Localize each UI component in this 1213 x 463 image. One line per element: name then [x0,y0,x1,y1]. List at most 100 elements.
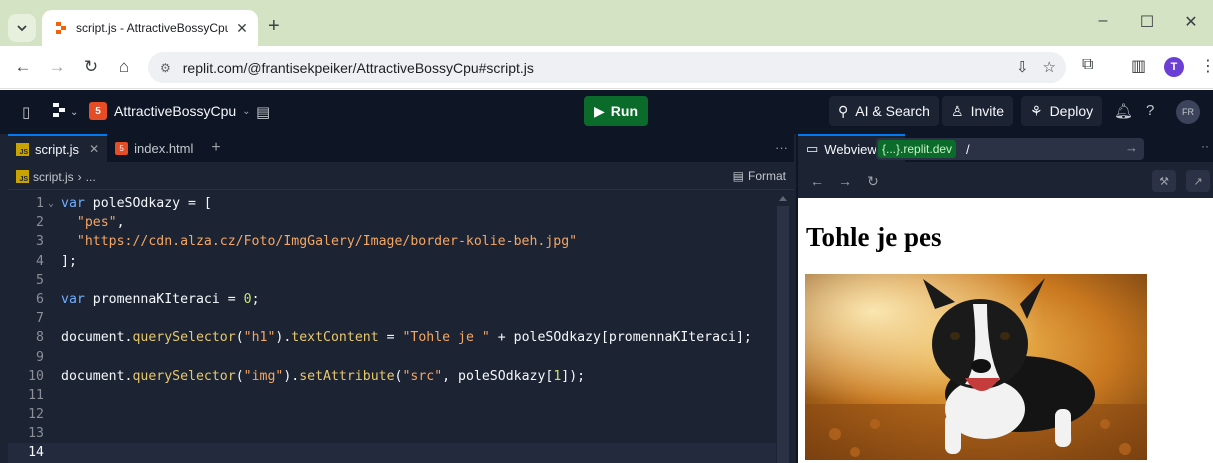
code-line: 11 [8,386,776,405]
close-tab-icon[interactable]: ✕ [234,20,250,37]
code-editor[interactable]: 1 ⌄ var poleSOdkazy = [ 2 "pes", 3 "http… [8,194,776,463]
browser-toolbar: ← → ↻ ⌂ ⚙ replit.com/@frantisekpeiker/At… [0,46,1213,89]
page-heading: Tohle je pes [806,222,942,252]
chevron-down-icon[interactable]: ⌄ [70,107,78,118]
editor-scrollbar[interactable] [776,194,790,463]
breadcrumb-rest[interactable]: ... [86,170,96,184]
tab-label: index.html [134,140,194,156]
toggle-sidebar-icon[interactable]: ▯ [22,103,30,121]
maximize-icon[interactable]: ☐ [1125,12,1169,32]
forward-icon[interactable]: → [46,57,68,77]
help-icon[interactable]: ? [1146,102,1154,119]
code-line: 13 [8,424,776,443]
ai-search-label: AI & Search [855,103,930,119]
code-keyword: var [61,196,85,211]
line-number: 13 [28,426,44,442]
more-options-icon[interactable]: ·· [1201,139,1209,153]
new-tab-button[interactable]: + [268,14,280,38]
reload-icon[interactable]: ↻ [80,57,102,77]
code-text: ). [275,330,292,346]
devtools-icon[interactable]: ⚒ [1152,170,1176,192]
go-arrow-icon[interactable]: → [1125,140,1138,155]
bookmark-star-icon[interactable]: ☆ [1043,58,1056,76]
home-icon[interactable]: ⌂ [113,57,135,77]
install-app-icon[interactable]: ⇩ [1016,58,1029,76]
line-number: 4 [36,253,44,269]
extensions-icon[interactable]: ⧉ [1082,56,1093,74]
code-function: querySelector [132,330,236,346]
code-line-current: 14 [8,443,776,463]
replit-logo-icon[interactable] [52,103,68,121]
monitor-icon: ▭ [806,141,819,156]
invite-label: Invite [970,103,1005,119]
code-text: document. [61,368,133,384]
close-window-icon[interactable]: ✕ [1169,12,1213,32]
code-function: setAttribute [299,368,395,384]
webview-nav-bar: ← → ↻ [798,166,1213,196]
browser-tab-active[interactable]: script.js - AttractiveBossyCpu - I ✕ [42,10,258,46]
code-string: "img" [243,368,284,384]
webview-url-bar[interactable]: {...}.replit.dev / → [876,138,1144,160]
code-string: "pes" [76,215,117,231]
profile-avatar[interactable]: T [1164,57,1184,77]
deploy-button[interactable]: ⚘ Deploy [1021,96,1103,126]
notifications-bell-icon[interactable]: 🔔︎ [1114,102,1133,120]
add-tab-icon[interactable]: + [211,139,220,157]
replit-favicon-icon [56,22,66,34]
breadcrumb-file[interactable]: script.js [33,170,74,184]
open-new-tab-icon[interactable]: ↗ [1186,170,1210,192]
code-text: + poleSOdkazy[promennaKIteraci]; [489,330,752,346]
run-label: Run [610,103,638,119]
code-function: textContent [291,330,379,346]
back-icon[interactable]: ← [12,57,34,77]
repl-name-selector[interactable]: 5 AttractiveBossyCpu ⌄ [89,102,251,120]
code-string: "Tohle je " [402,330,490,346]
chevron-right-icon: › [77,169,82,184]
code-line: 8 document.querySelector("h1").textConte… [8,328,776,347]
invite-button[interactable]: ♙ Invite [942,96,1014,126]
code-string: "src" [402,368,443,384]
browser-tab-title: script.js - AttractiveBossyCpu - I [76,21,228,35]
format-button[interactable]: ▤ Format [733,169,786,183]
code-function: querySelector [132,368,236,384]
code-text: ( [235,368,244,384]
code-text: ( [235,330,244,346]
tab-search-button[interactable] [8,14,36,42]
format-label: Format [747,169,786,183]
url-path: /@frantisekpeiker/AttractiveBossyCpu#scr… [243,59,534,76]
menu-dots-icon[interactable]: ⋮ [1200,56,1213,76]
code-line: 5 [8,271,776,290]
code-text: ; [251,291,260,307]
play-icon: ▶ [594,102,605,119]
line-number: 3 [36,234,44,250]
side-panel-icon[interactable]: ▥ [1131,56,1146,76]
user-avatar[interactable]: FR [1176,100,1200,124]
reload-icon[interactable]: ↻ [864,173,882,190]
code-line: 2 "pes", [8,213,776,232]
forward-icon[interactable]: → [836,173,854,189]
window-controls: – ☐ ✕ [1081,12,1213,32]
code-text: = [378,330,403,346]
tab-label: Webview [824,141,877,157]
ai-search-button[interactable]: ⚲ AI & Search [829,96,939,126]
code-text: promennaKIteraci = [84,291,244,307]
fold-chevron-icon[interactable]: ⌄ [44,194,58,213]
chevron-down-icon [17,25,27,32]
repl-info-icon[interactable]: ▤ [256,103,270,121]
close-tab-icon[interactable]: ✕ [89,142,99,156]
site-settings-icon[interactable]: ⚙ [160,61,171,75]
add-user-icon: ♙ [951,102,964,119]
tab-index-html[interactable]: 5 index.html [107,134,201,162]
dev-url-badge[interactable]: {...}.replit.dev [878,140,957,158]
scroll-up-icon[interactable] [779,196,787,201]
more-options-icon[interactable]: ··· [775,140,788,155]
repl-name: AttractiveBossyCpu [114,103,237,119]
replit-header: ▯ ⌄ 5 AttractiveBossyCpu ⌄ ▤ ▶ Run ⚲ AI … [0,90,1213,134]
address-bar[interactable]: ⚙ replit.com/@frantisekpeiker/Attractive… [148,52,1066,83]
scrollbar-thumb[interactable] [777,206,789,463]
back-icon[interactable]: ← [808,173,826,189]
tab-script-js[interactable]: JS script.js ✕ [8,134,108,162]
minimize-icon[interactable]: – [1081,12,1125,32]
line-number: 5 [36,272,44,288]
run-button[interactable]: ▶ Run [584,96,648,126]
